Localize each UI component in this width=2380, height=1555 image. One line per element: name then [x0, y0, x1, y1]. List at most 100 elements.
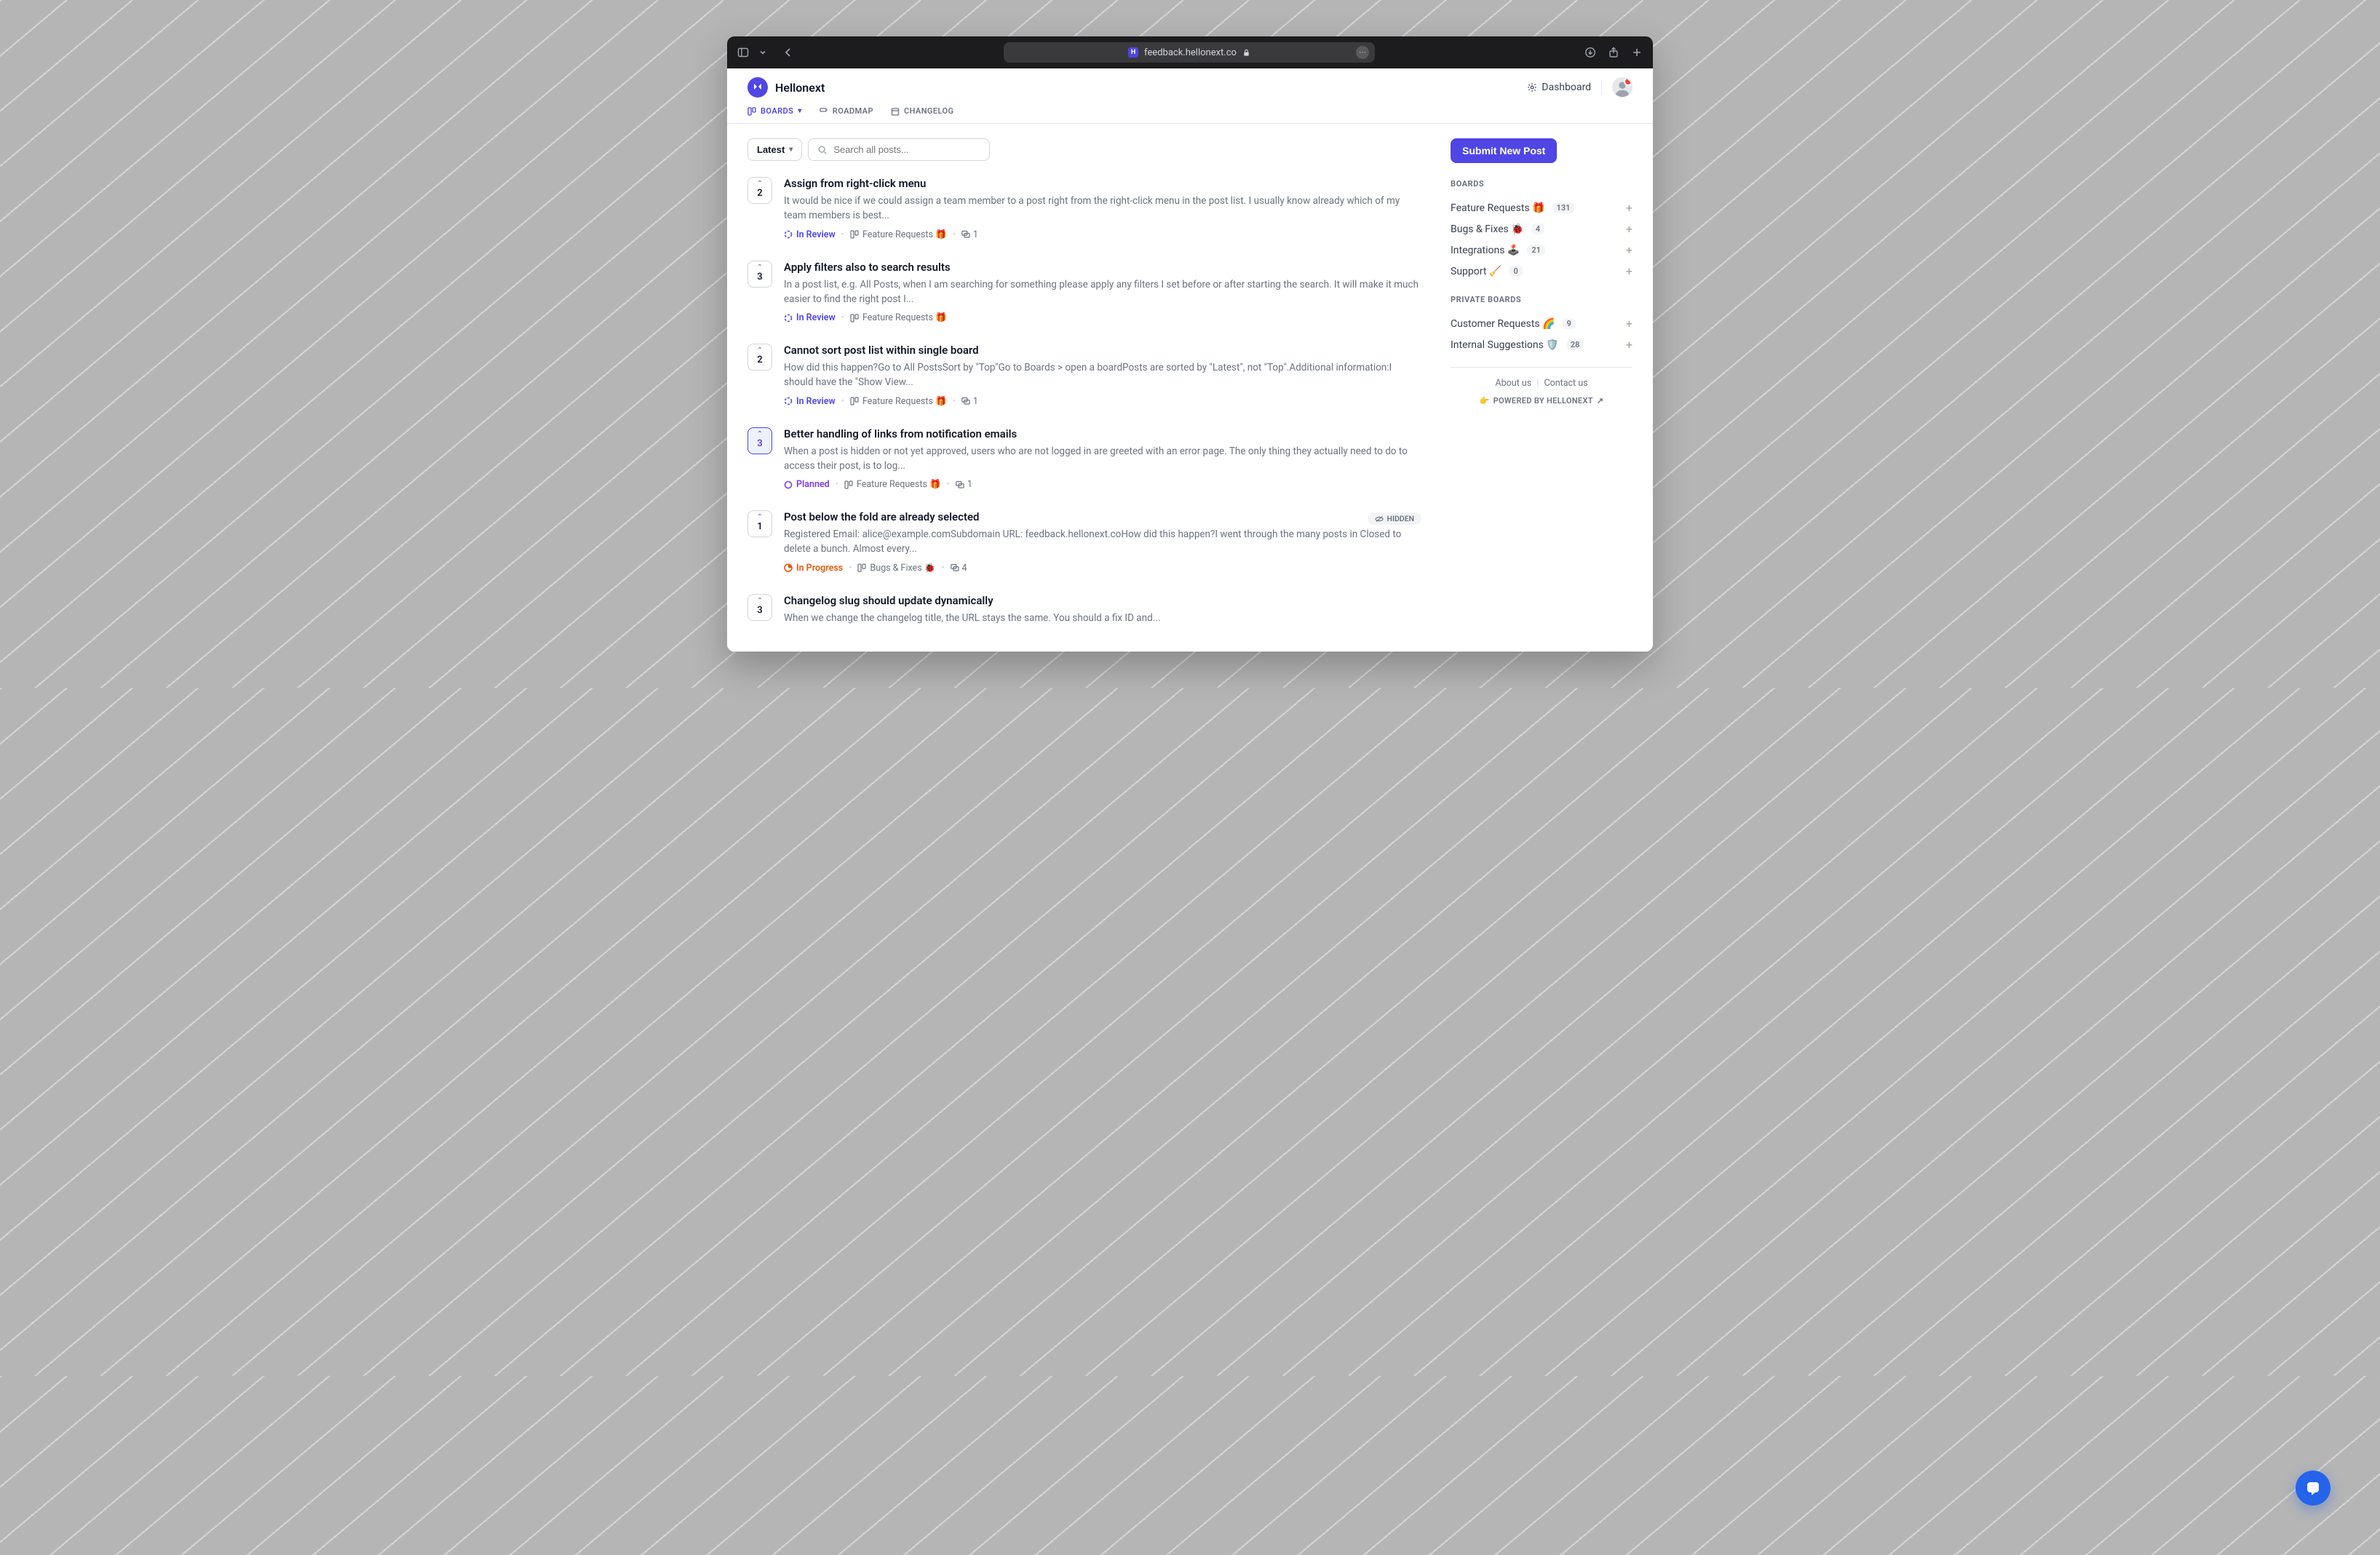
vote-count: 1 — [757, 521, 762, 532]
about-link[interactable]: About us — [1495, 378, 1531, 389]
downloads-icon[interactable] — [1584, 47, 1596, 58]
board-count: 28 — [1566, 339, 1584, 350]
submit-post-button[interactable]: Submit New Post — [1451, 138, 1557, 163]
board-chip[interactable]: Feature Requests 🎁 — [850, 396, 947, 407]
boards-icon — [844, 480, 853, 489]
board-chip[interactable]: Feature Requests 🎁 — [850, 312, 947, 323]
board-chip[interactable]: Bugs & Fixes 🐞 — [857, 563, 935, 574]
tab-roadmap[interactable]: ROADMAP — [820, 106, 873, 116]
reader-icon[interactable]: ⋯ — [1356, 46, 1369, 59]
status-pill: In Review — [784, 229, 836, 240]
add-post-to-board-icon[interactable]: + — [1626, 317, 1633, 331]
post-excerpt: In a post list, e.g. All Posts, when I a… — [784, 277, 1421, 307]
board-row[interactable]: Bugs & Fixes 🐞 4 + — [1451, 218, 1633, 240]
sort-button[interactable]: Latest ▾ — [747, 138, 802, 161]
comments-icon — [951, 563, 959, 572]
post-meta: Planned•Feature Requests 🎁•1 — [784, 479, 1421, 490]
site-favicon: H — [1128, 47, 1138, 58]
footer-links: About us | Contact us — [1451, 378, 1633, 389]
board-row[interactable]: Feature Requests 🎁 131 + — [1451, 197, 1633, 218]
post-meta: In Review•Feature Requests 🎁 — [784, 312, 1421, 323]
changelog-icon — [891, 107, 900, 116]
post-excerpt: When a post is hidden or not yet approve… — [784, 444, 1421, 474]
contact-link[interactable]: Contact us — [1544, 378, 1587, 389]
comment-count[interactable]: 4 — [951, 563, 967, 574]
board-count: 131 — [1552, 202, 1575, 213]
page-content: Hellonext Dashboard — [727, 68, 1653, 652]
board-count: 9 — [1563, 318, 1576, 329]
status-icon — [784, 563, 793, 572]
tab-boards[interactable]: BOARDS ▾ — [747, 106, 802, 116]
back-icon[interactable] — [782, 47, 794, 58]
vote-button[interactable]: ⌃ 3 — [747, 261, 772, 288]
hidden-badge: HIDDEN — [1368, 513, 1421, 525]
boards-icon — [747, 107, 756, 116]
chevron-down-icon[interactable] — [759, 47, 766, 58]
board-row[interactable]: Internal Suggestions 🛡️ 28 + — [1451, 334, 1633, 355]
brand-logo — [747, 77, 768, 98]
board-count: 4 — [1531, 223, 1544, 234]
comments-icon — [961, 397, 970, 405]
vote-button[interactable]: ⌃ 2 — [747, 177, 772, 204]
browser-chrome: H feedback.hellonext.co ⋯ — [727, 36, 1653, 68]
add-post-to-board-icon[interactable]: + — [1626, 222, 1633, 236]
status-icon — [784, 480, 793, 489]
dashboard-link[interactable]: Dashboard — [1527, 82, 1591, 93]
new-tab-icon[interactable] — [1631, 47, 1643, 58]
sidebar-toggle-icon[interactable] — [737, 47, 749, 58]
vote-count: 3 — [757, 438, 762, 449]
boards-icon — [857, 563, 866, 572]
comment-count[interactable]: 1 — [961, 229, 978, 240]
vote-button[interactable]: ⌃ 2 — [747, 344, 772, 371]
board-row[interactable]: Support 🧹 0 + — [1451, 261, 1633, 282]
vote-button[interactable]: ⌃ 1 — [747, 510, 772, 537]
status-icon — [784, 314, 793, 323]
board-chip[interactable]: Feature Requests 🎁 — [844, 479, 941, 490]
board-row[interactable]: Integrations 🕹️ 21 + — [1451, 240, 1633, 261]
search-box[interactable] — [808, 138, 990, 161]
post-item[interactable]: ⌃ 1 Post below the fold are already sele… — [747, 510, 1421, 574]
add-post-to-board-icon[interactable]: + — [1626, 243, 1633, 257]
post-item[interactable]: ⌃ 3 Better handling of links from notifi… — [747, 427, 1421, 491]
add-post-to-board-icon[interactable]: + — [1626, 201, 1633, 215]
powered-by[interactable]: 👉 POWERED BY HELLONEXT ↗ — [1451, 396, 1633, 405]
chevron-up-icon: ⌃ — [757, 431, 763, 438]
external-link-icon: ↗ — [1597, 396, 1604, 405]
post-item[interactable]: ⌃ 2 Cannot sort post list within single … — [747, 344, 1421, 407]
post-title: Changelog slug should update dynamically — [784, 594, 993, 607]
board-chip[interactable]: Feature Requests 🎁 — [850, 229, 947, 240]
chevron-up-icon: ⌃ — [757, 514, 763, 521]
list-controls: Latest ▾ — [747, 138, 1421, 161]
comment-count[interactable]: 1 — [961, 396, 978, 407]
nav-tabs: BOARDS ▾ ROADMAP CHANGELOG — [727, 100, 1653, 124]
status-icon — [784, 397, 793, 405]
board-row[interactable]: Customer Requests 🌈 9 + — [1451, 313, 1633, 334]
add-post-to-board-icon[interactable]: + — [1626, 264, 1633, 278]
chevron-down-icon: ▾ — [789, 146, 793, 154]
brand-name: Hellonext — [775, 81, 825, 95]
tab-changelog[interactable]: CHANGELOG — [891, 106, 954, 116]
comment-count[interactable]: 1 — [956, 479, 972, 490]
chevron-up-icon: ⌃ — [757, 264, 763, 272]
post-meta: In Review•Feature Requests 🎁•1 — [784, 396, 1421, 407]
board-name: Integrations 🕹️ — [1451, 245, 1520, 256]
vote-button[interactable]: ⌃ 3 — [747, 594, 772, 621]
vote-count: 2 — [757, 188, 762, 199]
vote-count: 2 — [757, 355, 762, 365]
avatar[interactable] — [1612, 77, 1633, 98]
search-input[interactable] — [833, 144, 980, 155]
post-item[interactable]: ⌃ 2 Assign from right-click menu It woul… — [747, 177, 1421, 240]
post-meta: In Review•Feature Requests 🎁•1 — [784, 229, 1421, 240]
post-item[interactable]: ⌃ 3 Changelog slug should update dynamic… — [747, 594, 1421, 631]
intercom-launcher[interactable] — [2296, 1471, 2331, 1505]
vote-button[interactable]: ⌃ 3 — [747, 427, 772, 454]
post-item[interactable]: ⌃ 3 Apply filters also to search results… — [747, 261, 1421, 324]
dashboard-label: Dashboard — [1542, 82, 1591, 93]
share-icon[interactable] — [1608, 47, 1619, 58]
add-post-to-board-icon[interactable]: + — [1626, 338, 1633, 352]
lock-icon — [1242, 49, 1250, 57]
address-bar[interactable]: H feedback.hellonext.co ⋯ — [1004, 42, 1375, 63]
divider — [1601, 80, 1602, 95]
brand[interactable]: Hellonext — [747, 77, 825, 98]
boards-heading: BOARDS — [1451, 179, 1633, 189]
